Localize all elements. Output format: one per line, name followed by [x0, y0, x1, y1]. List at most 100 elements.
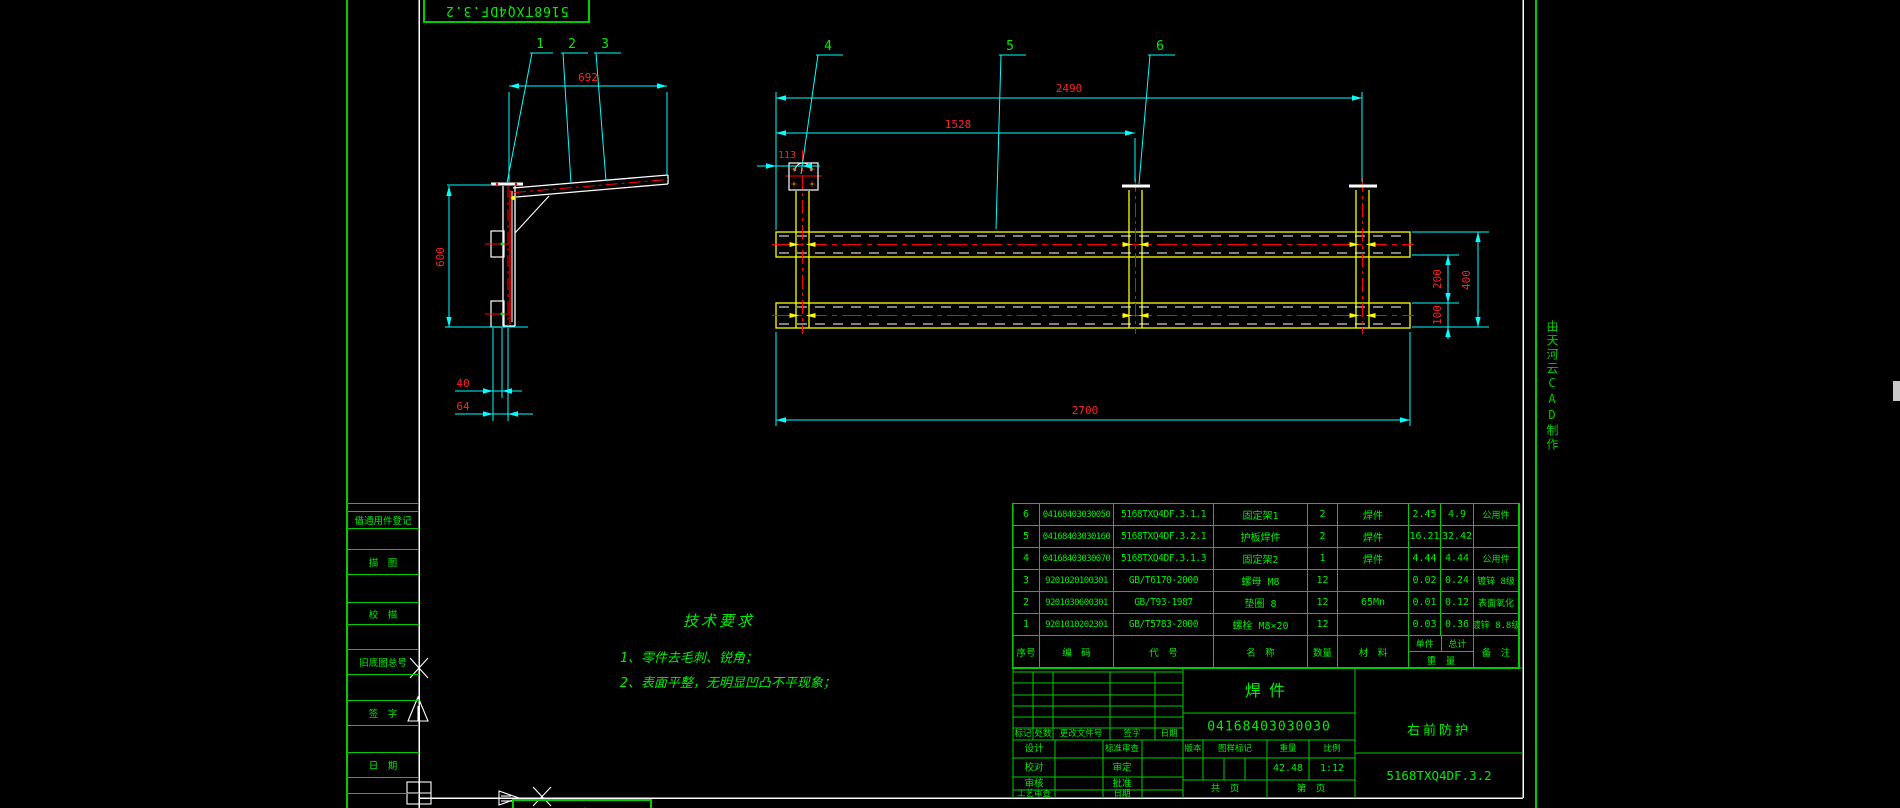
sign-label-date: 日期	[1113, 788, 1131, 799]
bom-cell: 4	[1013, 548, 1040, 570]
bom-header-unit-weight: 单件	[1409, 636, 1442, 651]
dim-left-width: 692	[578, 71, 598, 84]
margin-cell	[347, 675, 419, 701]
balloon-3: 3	[601, 37, 609, 52]
sign-label-process-review: 工艺审查	[1016, 788, 1052, 799]
bom-cell: 螺母 M8	[1214, 570, 1308, 592]
title-drawing-no: 5168TXQ4DF.3.2	[1386, 767, 1492, 783]
margin-label-check-tracing: 校 描	[347, 603, 419, 625]
rail-hidden-lines	[779, 235, 1407, 325]
bom-cell: 5168TXQ4DF.3.1.3	[1114, 548, 1214, 570]
bom-cell: 2	[1013, 592, 1040, 614]
bom-header-code: 编 码	[1040, 636, 1114, 668]
rail-centerlines	[772, 150, 1414, 334]
sign-label-design: 设计	[1024, 743, 1044, 755]
bom-table: 6 04168403030050 5168TXQ4DF.3.1.1 固定架1 2…	[1012, 503, 1520, 669]
bom-cell: 5	[1013, 526, 1040, 548]
bom-header-total-weight: 总计	[1448, 640, 1467, 650]
dim-right-offset: 113	[778, 150, 796, 161]
bom-cell: 2	[1308, 526, 1338, 548]
bom-cell: 焊件	[1338, 526, 1409, 548]
pages-total-label: 共 页	[1210, 783, 1240, 795]
bom-cell: 3	[1013, 570, 1040, 592]
dim-arrows-right	[766, 95, 1481, 423]
bom-cell: 5168TXQ4DF.3.2.1	[1114, 526, 1214, 548]
bom-cell: 04168403030070	[1040, 548, 1114, 570]
sheet-title-box-bottom: 5168TXQ4DF.3.2	[512, 799, 652, 808]
title-type-label: 焊件	[1244, 681, 1294, 700]
bom-cell: 公用件	[1474, 548, 1519, 570]
revision-header-date: 日期	[1160, 728, 1178, 739]
bom-cell: 2.45	[1409, 504, 1441, 526]
bom-cell: GB/T6170-2000	[1114, 570, 1214, 592]
sign-label-ratify: 批准	[1112, 778, 1132, 790]
bom-cell: 16.21	[1409, 526, 1441, 548]
bom-header-name: 名 称	[1214, 636, 1308, 668]
bom-cell: 0.12	[1441, 592, 1474, 614]
bom-cell: 4.44	[1409, 548, 1441, 570]
bom-cell: 5168TXQ4DF.3.1.1	[1114, 504, 1214, 526]
tech-requirement-line: 1、零件去毛刺、锐角；	[620, 651, 758, 666]
bom-cell: 04168403030050	[1040, 504, 1114, 526]
cad-drawing-viewport: 692 600 40 64 1 2 3 2490 1528 113 2700 2…	[0, 0, 1900, 808]
page-no-label: 第 页	[1296, 783, 1326, 795]
sheet-title-box-top: 5168TXQ4DF.3.2	[423, 0, 590, 23]
bom-cell: 镀锌 8级	[1474, 570, 1519, 592]
dim-right-height: 400	[1460, 270, 1473, 290]
revision-header-mark: 标记	[1014, 728, 1032, 739]
margin-label-common-parts: 借通用件登记	[347, 512, 419, 529]
margin-cell	[347, 726, 419, 753]
bom-cell: GB/T93-1987	[1114, 592, 1214, 614]
tech-requirement-line: 2、表面平整，无明显凹凸不平现象；	[620, 676, 836, 691]
bom-header-weight-group: 单件 总计 重 量	[1409, 636, 1474, 668]
balloon-6: 6	[1156, 39, 1164, 54]
bom-cell: 12	[1308, 570, 1338, 592]
balloon-leaders-right	[800, 54, 1175, 230]
bom-cell: 32.42	[1441, 526, 1474, 548]
bom-cell: 9201030600301	[1040, 592, 1114, 614]
scale-value: 1:12	[1319, 763, 1345, 774]
bom-cell: 固定架1	[1214, 504, 1308, 526]
margin-cell	[347, 778, 419, 794]
bom-cell: 12	[1308, 592, 1338, 614]
bom-cell: 0.24	[1441, 570, 1474, 592]
bom-cell: 4.44	[1441, 548, 1474, 570]
margin-cell	[347, 504, 419, 512]
margin-label-signature: 签 字	[347, 701, 419, 726]
left-margin-column: 借通用件登记 描 图 校 描 旧底图总号 签 字 日 期	[347, 503, 419, 808]
revision-header-count: 处数	[1034, 728, 1052, 739]
bom-cell: 垫圈 8	[1214, 592, 1308, 614]
margin-cell	[347, 575, 419, 603]
bom-cell: 0.02	[1409, 570, 1441, 592]
bom-cell: 9201010202301	[1040, 614, 1114, 636]
balloon-5: 5	[1006, 39, 1014, 54]
balloon-leaders-left	[506, 52, 621, 185]
scrollbar-thumb[interactable]	[1893, 381, 1900, 401]
bom-cell: 0.36	[1441, 614, 1474, 636]
bom-cell: 镀锌 8.8级	[1474, 614, 1519, 636]
dim-left-height: 600	[434, 247, 447, 267]
bom-cell: 公用件	[1474, 504, 1519, 526]
tech-requirements-title: 技术要求	[683, 612, 756, 630]
bom-header-weight: 重 量	[1426, 655, 1456, 667]
dim-right-rail: 100	[1431, 305, 1444, 325]
sign-label-review: 审核	[1024, 778, 1044, 790]
bom-cell: 焊件	[1338, 504, 1409, 526]
grid-label-version: 版本	[1184, 743, 1202, 754]
bom-cell: 12	[1308, 614, 1338, 636]
balloon-4: 4	[824, 39, 832, 54]
margin-cell	[347, 529, 419, 550]
bom-cell: GB/T5783-2000	[1114, 614, 1214, 636]
weight-value: 42.48	[1272, 763, 1304, 774]
bom-header-note: 备 注	[1474, 636, 1519, 668]
bom-header-material: 材 料	[1338, 636, 1409, 668]
margin-label-date: 日 期	[347, 753, 419, 778]
bom-header-seq: 序号	[1013, 636, 1040, 668]
sign-label-approve: 审定	[1112, 762, 1132, 774]
grid-label-scale: 比例	[1323, 743, 1341, 754]
bom-cell: 0.03	[1409, 614, 1441, 636]
bom-cell: 2	[1308, 504, 1338, 526]
bom-cell: 6	[1013, 504, 1040, 526]
balloon-1: 1	[536, 37, 544, 52]
bom-cell: 0.01	[1409, 592, 1441, 614]
